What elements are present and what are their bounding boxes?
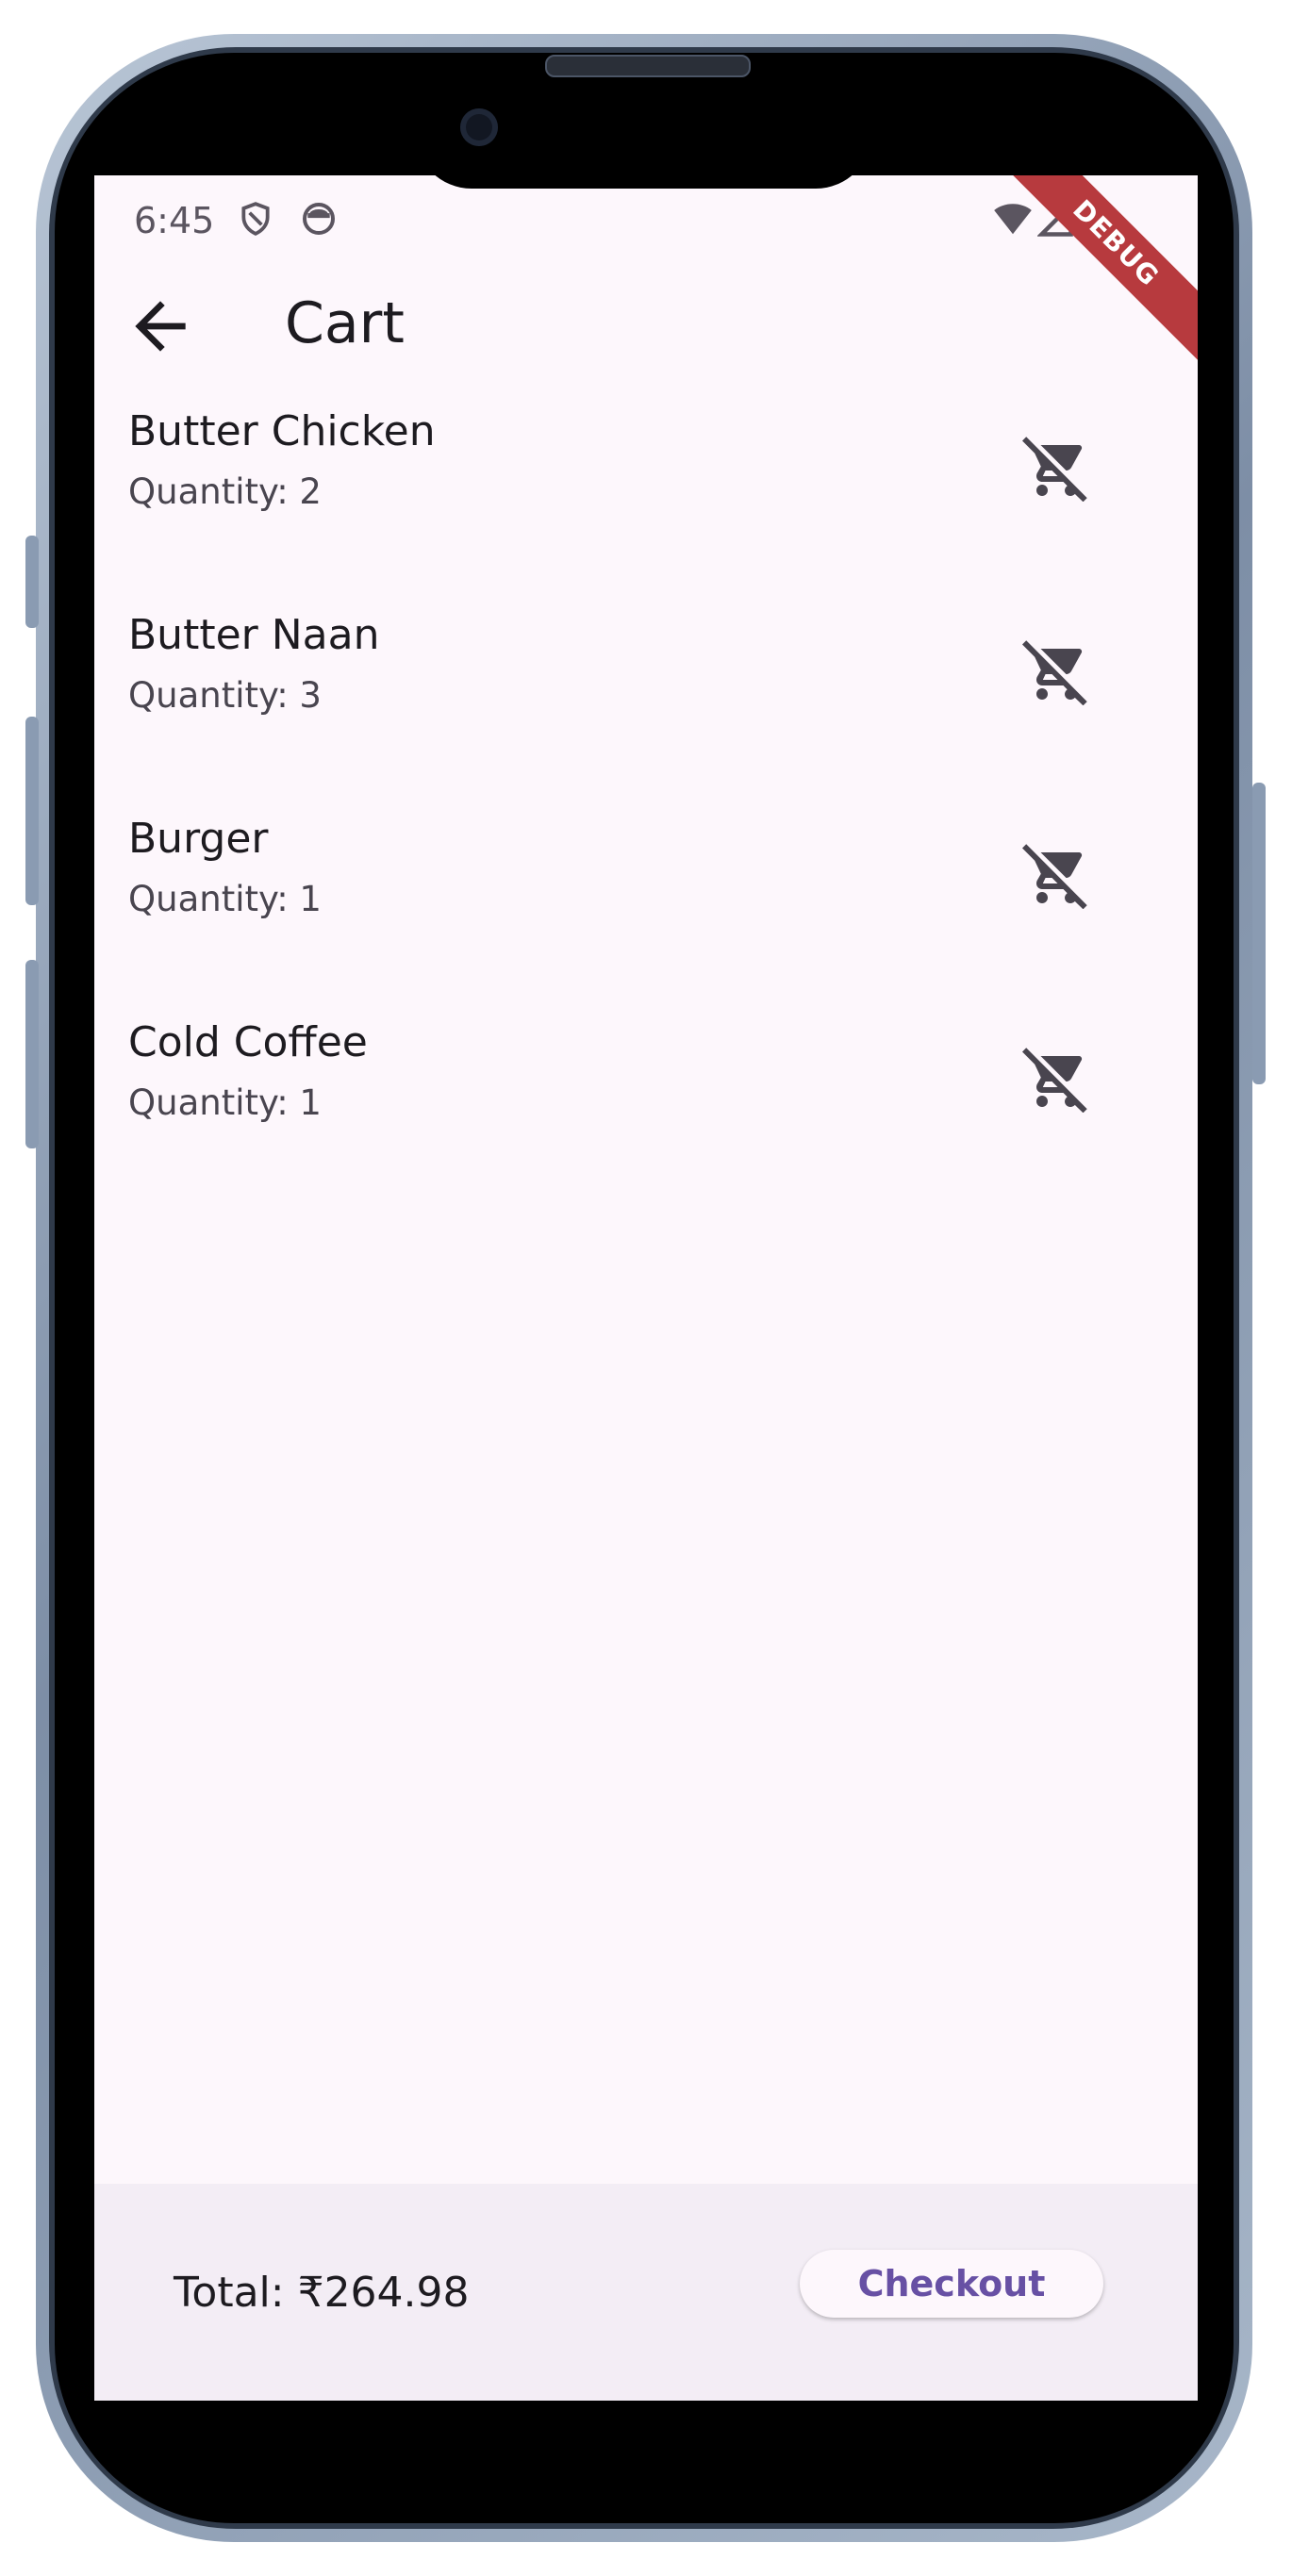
status-time: 6:45 — [134, 200, 215, 241]
phone-power-button — [1252, 783, 1266, 1084]
phone-mute-switch — [25, 536, 39, 628]
cart-item: Butter Chicken Quantity: 2 — [94, 407, 1198, 611]
remove-from-cart-button[interactable] — [1011, 830, 1102, 920]
item-quantity: Quantity: 1 — [128, 879, 322, 919]
front-camera — [460, 108, 498, 146]
back-button[interactable] — [123, 289, 198, 364]
shield-icon — [238, 200, 273, 241]
checkout-button[interactable]: Checkout — [800, 2250, 1103, 2318]
arrow-back-icon — [135, 301, 186, 352]
remove-from-cart-button[interactable] — [1011, 1033, 1102, 1124]
app-screen: 6:45 DEBUG Cart Butter Chicken Quantity:… — [94, 175, 1198, 2401]
cart-item: Cold Coffee Quantity: 1 — [94, 1018, 1198, 1222]
bottom-bar: Total: ₹264.98 Checkout — [94, 2184, 1198, 2401]
remove-shopping-cart-icon — [1022, 1048, 1087, 1113]
item-quantity: Quantity: 2 — [128, 471, 322, 512]
page-title: Cart — [285, 290, 405, 356]
cart-item: Burger Quantity: 1 — [94, 815, 1198, 1018]
cart-item: Butter Naan Quantity: 3 — [94, 611, 1198, 815]
phone-volume-up — [25, 717, 39, 905]
item-name: Cold Coffee — [128, 1018, 368, 1066]
item-name: Butter Naan — [128, 611, 380, 659]
face-icon — [300, 200, 338, 241]
remove-from-cart-button[interactable] — [1011, 626, 1102, 717]
item-quantity: Quantity: 1 — [128, 1082, 322, 1123]
remove-shopping-cart-icon — [1022, 640, 1087, 705]
item-quantity: Quantity: 3 — [128, 675, 322, 716]
cart-total: Total: ₹264.98 — [174, 2269, 470, 2317]
cart-list: Butter Chicken Quantity: 2 Butter Naan Q… — [94, 407, 1198, 1222]
remove-from-cart-button[interactable] — [1011, 422, 1102, 513]
phone-speaker — [545, 55, 751, 77]
remove-shopping-cart-icon — [1022, 844, 1087, 909]
wifi-icon — [992, 202, 1034, 239]
item-name: Butter Chicken — [128, 407, 436, 455]
item-name: Burger — [128, 815, 269, 863]
phone-volume-down — [25, 960, 39, 1148]
remove-shopping-cart-icon — [1022, 437, 1087, 502]
app-bar: Cart — [94, 270, 1198, 383]
